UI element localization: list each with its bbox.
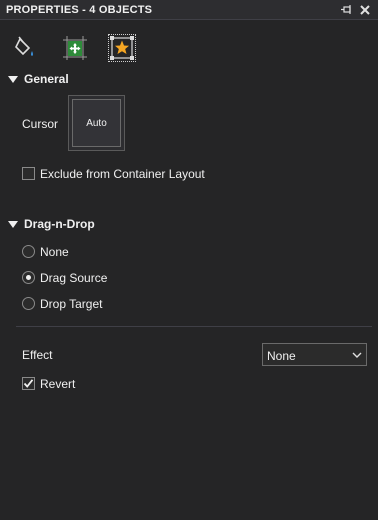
tab-layout[interactable] (62, 35, 88, 61)
checkmark-icon (23, 379, 34, 388)
exclude-from-layout-checkbox[interactable] (22, 167, 35, 180)
revert-checkbox[interactable] (22, 377, 35, 390)
chevron-down-icon (352, 352, 362, 358)
radio-drag-source[interactable] (22, 271, 35, 284)
section-dragdrop-title: Drag-n-Drop (24, 217, 95, 231)
exclude-from-layout-label[interactable]: Exclude from Container Layout (40, 167, 205, 181)
section-general-title: General (24, 72, 69, 86)
radio-none-label[interactable]: None (40, 245, 69, 259)
panel-titlebar: PROPERTIES - 4 OBJECTS (0, 0, 378, 20)
cursor-label: Cursor (22, 117, 59, 131)
property-tabs (0, 21, 378, 65)
effect-select-value: None (267, 349, 296, 363)
paint-bucket-icon (15, 36, 33, 56)
radio-drop-target-label[interactable]: Drop Target (40, 297, 102, 311)
tab-appearance[interactable] (13, 35, 39, 61)
tab-behavior[interactable] (108, 34, 136, 62)
panel-title: PROPERTIES - 4 OBJECTS (6, 4, 153, 16)
layout-move-icon (63, 36, 87, 60)
radio-drag-source-label[interactable]: Drag Source (40, 271, 107, 285)
effect-label: Effect (22, 348, 53, 362)
section-divider (16, 326, 372, 327)
effect-select[interactable]: None (262, 343, 367, 366)
radio-drop-target[interactable] (22, 297, 35, 310)
cursor-picker[interactable]: Auto (68, 95, 125, 151)
revert-label[interactable]: Revert (40, 377, 75, 391)
radio-none[interactable] (22, 245, 35, 258)
close-icon[interactable] (358, 3, 372, 17)
pin-icon[interactable] (340, 3, 354, 17)
collapse-triangle-icon[interactable] (8, 221, 18, 228)
star-behavior-icon (110, 36, 134, 60)
collapse-triangle-icon[interactable] (8, 76, 18, 83)
cursor-picker-value: Auto (72, 99, 121, 147)
